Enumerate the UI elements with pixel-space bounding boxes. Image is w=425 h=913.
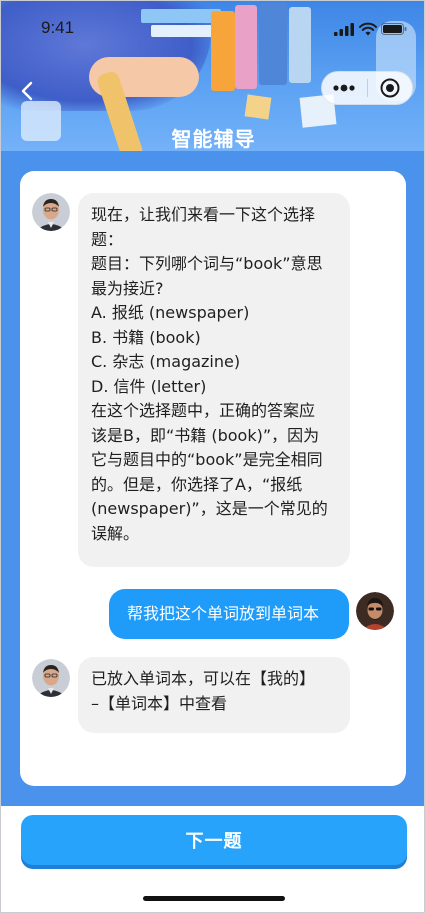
user-avatar bbox=[356, 592, 394, 630]
tutor-avatar bbox=[32, 659, 70, 697]
message-line: A. 报纸 (newspaper) bbox=[91, 303, 250, 322]
message-line: 题： bbox=[91, 229, 124, 249]
header-banner: 9:41 智能辅导 bbox=[1, 1, 424, 176]
message-line: 误解。 bbox=[91, 523, 140, 543]
battery-icon bbox=[381, 23, 407, 35]
status-bar: 9:41 bbox=[1, 1, 424, 53]
miniprogram-capsule bbox=[321, 71, 413, 105]
message-line: D. 信件 (letter) bbox=[91, 376, 207, 396]
more-dots-icon bbox=[333, 84, 355, 92]
user-message-bubble: 帮我把这个单词放到单词本 bbox=[109, 589, 349, 639]
message-line: C. 杂志 (magazine) bbox=[91, 352, 241, 371]
message-line: 已放入单词本，可以在【我的】 bbox=[91, 669, 316, 688]
status-time: 9:41 bbox=[41, 18, 75, 37]
target-circle-icon bbox=[380, 78, 400, 98]
message-line: 最为接近? bbox=[91, 278, 164, 298]
cellular-signal-icon bbox=[334, 23, 354, 36]
close-miniprogram-button[interactable] bbox=[367, 71, 412, 105]
message-line: B. 书籍 (book) bbox=[91, 327, 201, 347]
chevron-left-icon bbox=[21, 81, 33, 101]
message-line: 现在，让我们来看一下这个选择 bbox=[91, 205, 316, 224]
next-question-button[interactable]: 下一题 bbox=[21, 815, 407, 865]
message-line: 的。但是，你选择了A，“报纸 bbox=[91, 474, 303, 494]
tutor-avatar bbox=[32, 193, 70, 231]
back-button[interactable] bbox=[13, 77, 41, 105]
illustration-note bbox=[244, 94, 272, 120]
page-title: 智能辅导 bbox=[171, 127, 256, 151]
user-avatar-image bbox=[356, 592, 394, 630]
tutor-message-bubble: 现在，让我们来看一下这个选择 题： 题目：下列哪个词与“book”意思 最为接近… bbox=[78, 193, 350, 567]
message-line: 该是B，即“书籍 (book)”，因为 bbox=[91, 425, 320, 445]
message-line: 题目：下列哪个词与“book”意思 bbox=[91, 254, 323, 273]
user-message-text: 帮我把这个单词放到单词本 bbox=[127, 604, 320, 623]
message-line: 它与题目中的“book”是完全相同 bbox=[91, 450, 323, 469]
message-line: 在这个选择题中，正确的答案应 bbox=[91, 401, 316, 420]
message-line: –【单词本】中查看 bbox=[91, 693, 228, 713]
phone-screen: 9:41 智能辅导 现在，让我们来看一下这个选择 题： 题目：下列哪个词与“bo… bbox=[0, 0, 425, 913]
home-indicator bbox=[143, 896, 285, 901]
wifi-icon bbox=[359, 22, 377, 36]
tutor-avatar-image bbox=[32, 659, 70, 697]
message-line: (newspaper)”，这是一个常见的 bbox=[91, 499, 328, 518]
more-button[interactable] bbox=[322, 71, 367, 105]
tutor-avatar-image bbox=[32, 193, 70, 231]
tutor-message-bubble: 已放入单词本，可以在【我的】 –【单词本】中查看 bbox=[78, 657, 350, 733]
